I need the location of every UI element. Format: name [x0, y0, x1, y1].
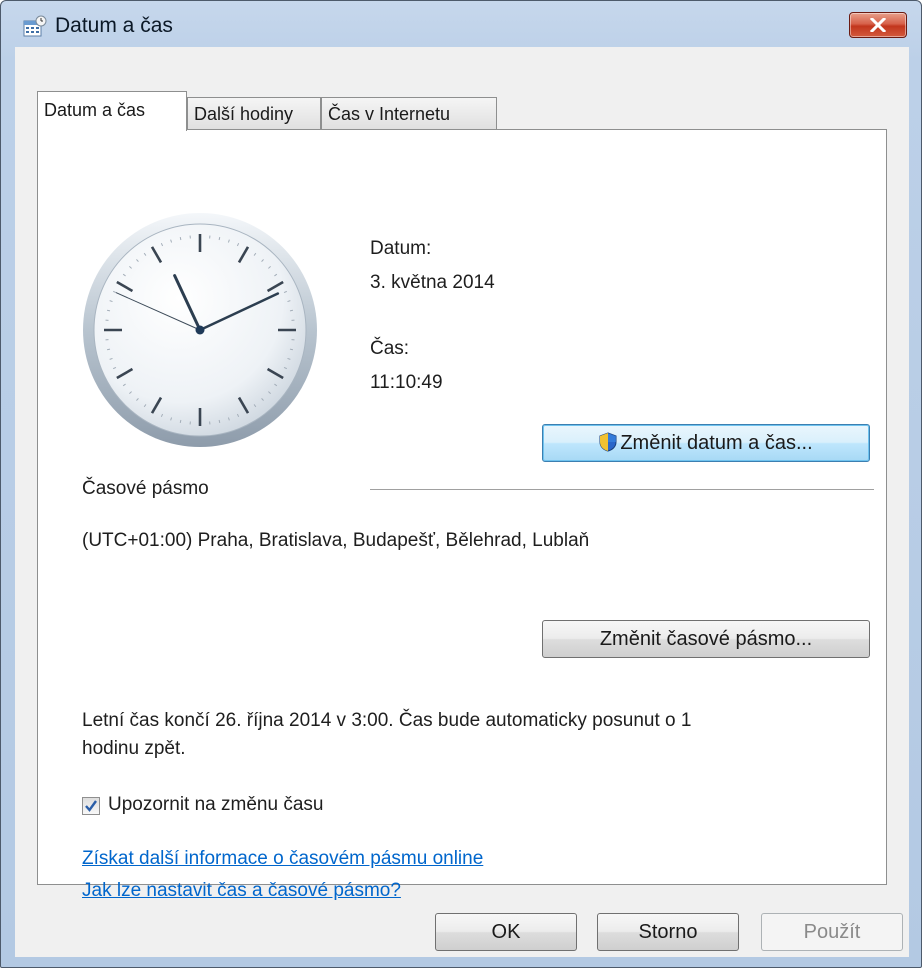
tab-dalsi-hodiny[interactable]: Další hodiny [187, 97, 321, 129]
change-timezone-label: Změnit časové pásmo... [599, 628, 813, 650]
clock-minute-tick [179, 419, 182, 424]
clock-minute-tick [179, 236, 182, 241]
uac-shield-icon [599, 428, 617, 464]
time-label: Čas: [370, 338, 410, 359]
date-label: Datum: [370, 238, 432, 259]
tab-panel-datum-a-cas: Datum: 3. května 2014 Čas: 11:10:49 Změn… [37, 129, 887, 901]
cancel-label: Storno [638, 921, 698, 943]
dst-info-line1: Letní čas končí 26. října 2014 v 3:00. Č… [82, 710, 692, 731]
ok-button[interactable]: OK [435, 913, 577, 951]
tab-cas-v-internetu[interactable]: Čas v Internetu [321, 97, 497, 129]
change-date-time-label: Změnit datum a čas... [620, 432, 813, 454]
clock-minute-tick [289, 348, 294, 351]
tab-datum-a-cas[interactable]: Datum a čas [37, 91, 187, 131]
clock-minute-tick [218, 236, 221, 241]
clock-minute-tick [218, 419, 221, 424]
close-button[interactable] [849, 12, 907, 38]
tab-label: Datum a čas [44, 100, 146, 120]
clock-minute-tick [289, 309, 294, 312]
time-value: 11:10:49 [370, 372, 443, 393]
window-title: Datum a čas [55, 14, 173, 37]
timezone-divider [370, 489, 874, 490]
clock-center [195, 325, 205, 335]
dialog-client-area: Datum a čas Další hodiny Čas v Internetu [15, 47, 909, 957]
dst-info-line2: hodinu zpět. [82, 738, 186, 759]
calendar-clock-icon [23, 15, 47, 37]
cancel-button[interactable]: Storno [597, 913, 739, 951]
timezone-value: (UTC+01:00) Praha, Bratislava, Budapešť,… [82, 530, 590, 551]
clock-minute-tick [106, 348, 111, 351]
tab-label: Čas v Internetu [328, 104, 451, 124]
apply-label: Použít [803, 921, 861, 943]
more-timezone-info-link[interactable]: Získat další informace o časovém pásmu o… [82, 848, 483, 870]
clock-minute-tick [106, 309, 111, 312]
notify-dst-checkbox[interactable] [82, 797, 100, 815]
analog-clock [83, 213, 317, 447]
tab-label: Další hodiny [194, 104, 294, 124]
how-to-set-time-link[interactable]: Jak lze nastavit čas a časové pásmo? [82, 880, 401, 902]
change-timezone-button[interactable]: Změnit časové pásmo... [542, 620, 870, 658]
change-date-time-button[interactable]: Změnit datum a čas... [542, 424, 870, 462]
ok-label: OK [491, 921, 521, 943]
timezone-section-label: Časové pásmo [82, 478, 209, 499]
notify-dst-label[interactable]: Upozornit na změnu času [108, 794, 323, 816]
date-value: 3. května 2014 [370, 272, 495, 293]
title-bar[interactable]: Datum a čas [1, 1, 921, 47]
dialog-window: Datum a čas Datum a čas Další hodiny Čas… [0, 0, 922, 968]
apply-button: Použít [761, 913, 903, 951]
